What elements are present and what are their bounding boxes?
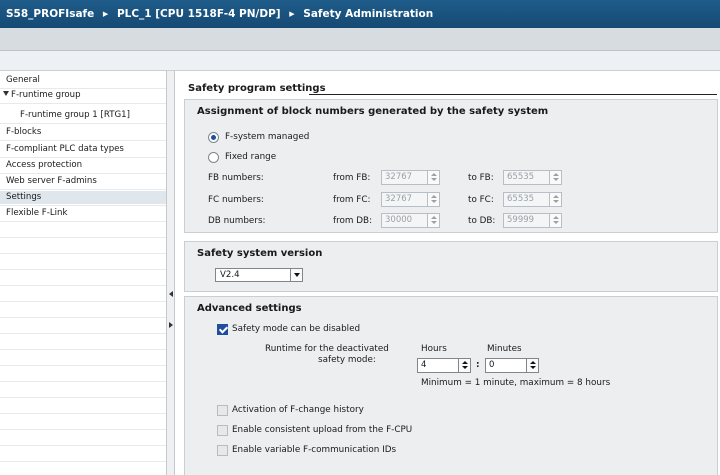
to-fc-label: to FC:	[468, 195, 494, 205]
nav-item-label: Settings	[6, 192, 42, 202]
from-fb-value: 32767	[385, 172, 413, 182]
to-fb-label: to FB:	[468, 173, 494, 183]
breadcrumb: S58_PROFIsafe ▶ PLC_1 [CPU 1518F-4 PN/DP…	[0, 0, 720, 28]
to-db-spinner: 59999	[503, 213, 562, 228]
hours-label: Hours	[421, 344, 447, 354]
nav-item-settings[interactable]: Settings	[0, 191, 166, 204]
spinner-arrows-icon[interactable]	[526, 359, 538, 372]
expand-right-icon[interactable]	[169, 322, 173, 328]
minutes-value[interactable]: 0	[489, 360, 494, 370]
from-fc-value: 32767	[385, 194, 413, 204]
breadcrumb-item-project[interactable]: S58_PROFIsafe	[6, 8, 94, 20]
to-db-label: to DB:	[468, 216, 496, 226]
collapse-left-icon[interactable]	[169, 291, 173, 297]
spinner-arrows-icon[interactable]	[458, 359, 470, 372]
nav-item-web-server-f-admins[interactable]: Web server F-admins	[0, 175, 166, 188]
assignment-section: Assignment of block numbers generated by…	[184, 99, 718, 233]
fb-numbers-label: FB numbers:	[208, 173, 264, 183]
breadcrumb-separator-icon: ▶	[289, 10, 295, 18]
chevron-down-icon[interactable]	[290, 269, 302, 281]
runtime-hint: Minimum = 1 minute, maximum = 8 hours	[421, 378, 611, 388]
safety-version-title: Safety system version	[197, 248, 323, 259]
to-fc-value: 65535	[507, 194, 535, 204]
nav-item-label: F-compliant PLC data types	[6, 144, 124, 154]
advanced-settings-section: Advanced settings Safety mode can be dis…	[184, 296, 718, 475]
safety-mode-checkbox[interactable]	[217, 324, 228, 335]
nav-item-label: F-blocks	[6, 127, 42, 137]
from-fb-label: from FB:	[333, 173, 371, 183]
toolbar	[0, 28, 720, 51]
to-fc-spinner: 65535	[503, 192, 562, 207]
from-fc-label: from FC:	[333, 195, 371, 205]
runtime-label-line2: safety mode:	[318, 355, 376, 365]
spinner-arrows-icon	[549, 193, 561, 206]
hours-spinner[interactable]: 4	[417, 358, 471, 373]
settings-content: Safety program settings Assignment of bl…	[176, 71, 720, 475]
from-db-label: from DB:	[333, 216, 373, 226]
radio-label-f-system-managed[interactable]: F-system managed	[225, 132, 309, 142]
sub-toolbar	[0, 51, 720, 71]
nav-item-label: General	[6, 75, 40, 85]
spinner-arrows-icon	[427, 171, 439, 184]
spinner-arrows-icon	[427, 214, 439, 227]
spinner-arrows-icon	[427, 193, 439, 206]
radio-label-fixed-range[interactable]: Fixed range	[225, 152, 276, 162]
from-fc-spinner: 32767	[381, 192, 440, 207]
from-fb-spinner: 32767	[381, 170, 440, 185]
safety-mode-label[interactable]: Safety mode can be disabled	[232, 324, 360, 334]
from-db-value: 30000	[385, 215, 413, 225]
nav-item-flexible-f-link[interactable]: Flexible F-Link	[0, 207, 166, 220]
f-change-history-checkbox[interactable]	[217, 405, 228, 416]
minutes-label: Minutes	[487, 344, 522, 354]
db-numbers-label: DB numbers:	[208, 216, 266, 226]
navigation-tree: General F-runtime group F-runtime group …	[0, 71, 167, 475]
safety-version-section: Safety system version V2.4	[184, 241, 718, 292]
variable-f-communication-ids-label[interactable]: Enable variable F-communication IDs	[232, 445, 396, 455]
nav-item-label: F-runtime group 1 [RTG1]	[20, 110, 130, 120]
spinner-arrows-icon	[549, 214, 561, 227]
safety-version-value: V2.4	[220, 270, 240, 280]
spinner-arrows-icon	[549, 171, 561, 184]
radio-f-system-managed[interactable]	[208, 132, 219, 143]
consistent-upload-checkbox[interactable]	[217, 425, 228, 436]
f-change-history-label[interactable]: Activation of F-change history	[232, 405, 364, 415]
nav-item-access-protection[interactable]: Access protection	[0, 159, 166, 172]
consistent-upload-label[interactable]: Enable consistent upload from the F-CPU	[232, 425, 412, 435]
fc-numbers-label: FC numbers:	[208, 195, 264, 205]
breadcrumb-item-safety-administration: Safety Administration	[303, 8, 434, 20]
variable-f-communication-ids-checkbox[interactable]	[217, 445, 228, 456]
time-colon: :	[476, 360, 480, 370]
heading-divider	[309, 94, 717, 95]
nav-item-f-runtime-group-1[interactable]: F-runtime group 1 [RTG1]	[0, 109, 166, 122]
runtime-label-line1: Runtime for the deactivated	[265, 344, 389, 354]
expand-caret-icon[interactable]	[3, 91, 9, 96]
pane-splitter[interactable]	[167, 71, 175, 475]
breadcrumb-separator-icon: ▶	[102, 10, 109, 18]
nav-item-f-blocks[interactable]: F-blocks	[0, 126, 166, 139]
nav-item-label: F-runtime group	[11, 90, 81, 100]
nav-item-label: Flexible F-Link	[6, 208, 68, 218]
nav-item-f-compliant-plc-data-types[interactable]: F-compliant PLC data types	[0, 143, 166, 156]
minutes-spinner[interactable]: 0	[485, 358, 539, 373]
nav-item-general[interactable]: General	[0, 74, 166, 87]
to-fb-value: 65535	[507, 172, 535, 182]
to-fb-spinner: 65535	[503, 170, 562, 185]
radio-fixed-range[interactable]	[208, 152, 219, 163]
to-db-value: 59999	[507, 215, 535, 225]
nav-item-f-runtime-group[interactable]: F-runtime group	[0, 89, 166, 102]
assignment-section-title: Assignment of block numbers generated by…	[197, 106, 549, 117]
from-db-spinner: 30000	[381, 213, 440, 228]
nav-item-label: Access protection	[6, 160, 83, 170]
hours-value[interactable]: 4	[421, 360, 426, 370]
breadcrumb-item-plc[interactable]: PLC_1 [CPU 1518F-4 PN/DP]	[117, 8, 281, 20]
nav-item-label: Web server F-admins	[6, 176, 97, 186]
page-title: Safety program settings	[188, 83, 326, 94]
safety-version-dropdown[interactable]: V2.4	[215, 268, 303, 282]
advanced-settings-title: Advanced settings	[197, 303, 302, 314]
